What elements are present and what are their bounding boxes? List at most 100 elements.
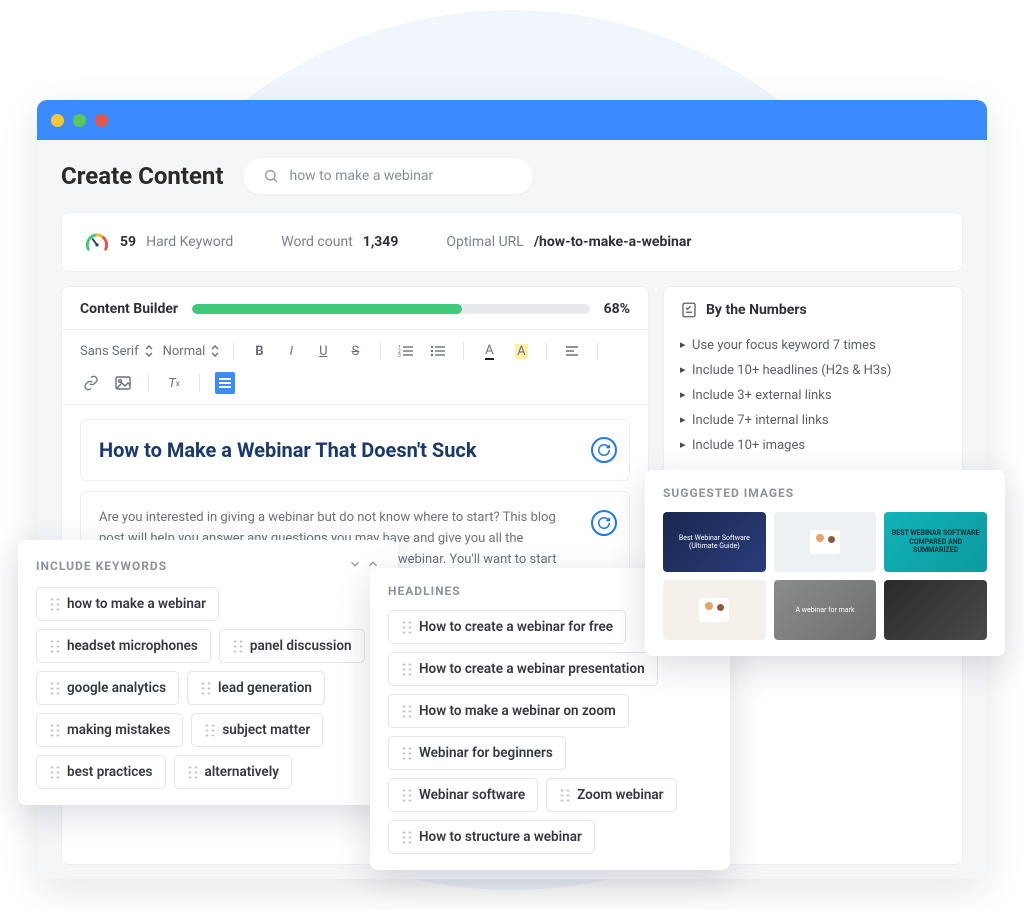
suggested-images-title: SUGGESTED IMAGES	[663, 486, 987, 500]
clear-format-button[interactable]: Tx	[163, 372, 185, 394]
grip-icon	[401, 830, 412, 844]
font-family-select[interactable]: Sans Serif	[80, 344, 153, 359]
headline-chip[interactable]: Webinar for beginners	[388, 736, 566, 770]
url-value: /how-to-make-a-webinar	[534, 234, 692, 250]
strikethrough-button[interactable]: S	[344, 340, 366, 362]
search-icon	[263, 168, 279, 184]
suggested-images-card: SUGGESTED IMAGES Best Webinar Software (…	[645, 470, 1005, 656]
suggested-image[interactable]	[663, 580, 766, 640]
progress-bar	[192, 304, 462, 314]
keyword-label: Hard Keyword	[146, 234, 233, 250]
include-keywords-title: INCLUDE KEYWORDS	[36, 559, 167, 573]
thumbnail-people-icon	[699, 598, 729, 622]
checklist-icon	[680, 301, 698, 319]
text-color-button[interactable]: A	[478, 340, 500, 362]
heading-label: Normal	[163, 344, 206, 359]
gauge-icon	[84, 229, 110, 255]
grip-icon	[200, 681, 211, 695]
keyword-chip[interactable]: making mistakes	[36, 713, 183, 747]
content-builder-title: Content Builder	[80, 301, 178, 317]
keyword-chip[interactable]: subject matter	[191, 713, 323, 747]
suggested-image[interactable]: Best Webinar Software (Ultimate Guide)	[663, 512, 766, 572]
grip-icon	[401, 620, 412, 634]
grip-icon	[559, 788, 570, 802]
highlight-button[interactable]: A	[510, 340, 532, 362]
list-item: Include 3+ external links	[680, 383, 946, 408]
grip-icon	[49, 765, 60, 779]
by-the-numbers-title: By the Numbers	[706, 302, 807, 318]
grip-icon	[401, 746, 412, 760]
grip-icon	[401, 662, 412, 676]
refresh-icon	[597, 443, 611, 457]
refresh-icon	[597, 516, 611, 530]
by-the-numbers-list: Use your focus keyword 7 times Include 1…	[680, 333, 946, 458]
keyword-chip[interactable]: google analytics	[36, 671, 179, 705]
headline-chip[interactable]: How to create a webinar for free	[388, 610, 626, 644]
grip-icon	[401, 788, 412, 802]
grip-icon	[232, 639, 243, 653]
wordcount-label: Word count	[281, 234, 353, 250]
grip-icon	[49, 723, 60, 737]
collapse-down-icon[interactable]	[348, 556, 362, 575]
heading-select[interactable]: Normal	[163, 344, 220, 359]
grip-icon	[49, 639, 60, 653]
list-item: Use your focus keyword 7 times	[680, 333, 946, 358]
traffic-light-yellow[interactable]	[51, 114, 64, 127]
list-item: Include 10+ headlines (H2s & H3s)	[680, 358, 946, 383]
page-title: Create Content	[61, 162, 223, 190]
ordered-list-button[interactable]: 123	[395, 340, 417, 362]
url-label: Optimal URL	[446, 234, 524, 250]
traffic-light-green[interactable]	[73, 114, 86, 127]
list-item: Include 7+ internal links	[680, 408, 946, 433]
headline-chip[interactable]: How to make a webinar on zoom	[388, 694, 629, 728]
unordered-list-button[interactable]	[427, 340, 449, 362]
content-progress-percent: 68%	[604, 301, 630, 317]
metric-url: Optimal URL /how-to-make-a-webinar	[446, 234, 691, 250]
headline-chip[interactable]: Zoom webinar	[546, 778, 676, 812]
list-item: Include 10+ images	[680, 433, 946, 458]
italic-button[interactable]: I	[280, 340, 302, 362]
regenerate-title-button[interactable]	[591, 437, 617, 463]
keyword-chip[interactable]: panel discussion	[219, 629, 365, 663]
font-family-label: Sans Serif	[80, 344, 139, 359]
suggested-image[interactable]	[884, 580, 987, 640]
keyword-chip[interactable]: lead generation	[187, 671, 325, 705]
traffic-light-red[interactable]	[95, 114, 108, 127]
underline-button[interactable]: U	[312, 340, 334, 362]
grip-icon	[204, 723, 215, 737]
content-progress	[192, 304, 590, 314]
keyword-chip[interactable]: alternatively	[174, 755, 292, 789]
keyword-chips: how to make a webinar headset microphone…	[36, 587, 380, 789]
keyword-chip[interactable]: how to make a webinar	[36, 587, 219, 621]
include-keywords-card: INCLUDE KEYWORDS how to make a webinar h…	[18, 540, 398, 805]
image-button[interactable]	[112, 372, 134, 394]
regenerate-body-button[interactable]	[591, 510, 617, 536]
wordcount-value: 1,349	[363, 234, 399, 250]
bold-button[interactable]: B	[248, 340, 270, 362]
document-button[interactable]	[214, 372, 236, 394]
document-title: How to Make a Webinar That Doesn't Suck	[99, 438, 569, 462]
grip-icon	[49, 597, 60, 611]
search-value: how to make a webinar	[289, 168, 433, 184]
headline-chip[interactable]: Webinar software	[388, 778, 538, 812]
search-input[interactable]: how to make a webinar	[243, 158, 533, 194]
metric-wordcount: Word count 1,349	[281, 234, 398, 250]
grip-icon	[49, 681, 60, 695]
suggested-image[interactable]: BEST WEBINAR SOFTWARE COMPARED AND SUMMA…	[884, 512, 987, 572]
metrics-card: 59 Hard Keyword Word count 1,349 Optimal…	[61, 212, 963, 272]
align-button[interactable]	[561, 340, 583, 362]
grip-icon	[401, 704, 412, 718]
svg-text:3: 3	[398, 353, 401, 358]
suggested-image[interactable]	[774, 512, 877, 572]
suggested-image[interactable]: A webinar for mark	[774, 580, 877, 640]
app-header: Create Content how to make a webinar	[37, 140, 987, 208]
link-button[interactable]	[80, 372, 102, 394]
updown-icon	[211, 345, 219, 357]
headline-chip[interactable]: How to structure a webinar	[388, 820, 595, 854]
keyword-chip[interactable]: headset microphones	[36, 629, 211, 663]
keyword-chip[interactable]: best practices	[36, 755, 166, 789]
thumbnail-people-icon	[810, 530, 840, 554]
document-title-block[interactable]: How to Make a Webinar That Doesn't Suck	[80, 419, 630, 481]
suggested-images-grid: Best Webinar Software (Ultimate Guide) B…	[663, 512, 987, 640]
headline-chip[interactable]: How to create a webinar presentation	[388, 652, 658, 686]
